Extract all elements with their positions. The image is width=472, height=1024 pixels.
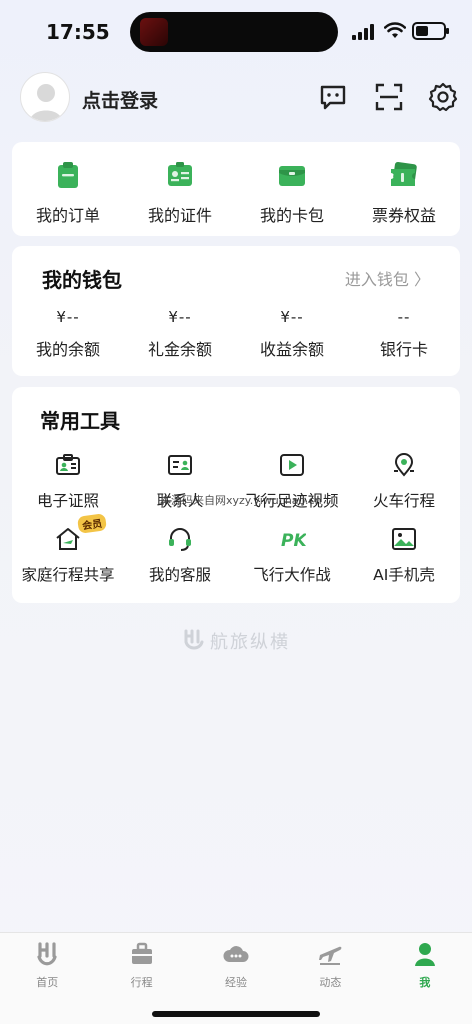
tab-trips[interactable]: 行程 (94, 941, 188, 989)
quick-item-certificates[interactable]: 我的证件 (124, 142, 236, 236)
tool-label: 电子证照 (36, 492, 99, 510)
signal-icon (352, 24, 374, 40)
wallet-value: ¥-- (56, 308, 80, 326)
wallet-label: 收益余额 (259, 340, 324, 359)
tab-label: 经验 (225, 976, 248, 989)
wallet-item-balance[interactable]: ¥-- 我的余额 (12, 308, 124, 360)
wallet-label: 礼金余额 (147, 340, 212, 359)
vip-badge: 会员 (76, 513, 108, 534)
quick-item-label: 我的卡包 (259, 206, 324, 225)
tab-label: 行程 (130, 976, 153, 989)
tool-label: 飞行大作战 (253, 566, 331, 584)
plane-icon (319, 946, 342, 965)
wallet-value: ¥-- (168, 308, 192, 326)
contact-card-icon (168, 455, 192, 475)
tab-experience[interactable]: 经验 (189, 941, 283, 989)
message-icon[interactable] (318, 82, 348, 112)
home-plane-icon (56, 528, 80, 550)
video-play-icon (280, 454, 304, 476)
tool-customer-service[interactable]: 我的客服 (124, 525, 236, 585)
tool-family-share[interactable]: 会员 家庭行程共享 (12, 513, 124, 585)
wallet-card: 我的钱包 进入钱包 〉 ¥-- 我的余额 ¥-- 礼金余额 ¥-- 收益余额 -… (12, 246, 460, 376)
brand-logo-icon (184, 629, 204, 650)
headset-icon (169, 528, 191, 551)
enter-wallet-link[interactable]: 进入钱包 〉 (345, 266, 430, 290)
tab-me[interactable]: 我 (378, 941, 472, 989)
quick-item-label: 票券权益 (371, 206, 436, 225)
dynamic-island (130, 12, 338, 52)
wallet-label: 我的余额 (35, 340, 100, 359)
home-logo-icon (37, 942, 57, 966)
status-time: 17:55 (46, 20, 110, 44)
tab-home[interactable]: 首页 (0, 941, 94, 989)
pk-icon: PK (281, 531, 308, 551)
wallet-label: 银行卡 (379, 340, 428, 359)
tool-e-certificate[interactable]: 电子证照 (12, 451, 124, 511)
home-indicator[interactable] (152, 1011, 320, 1017)
wifi-icon (384, 22, 406, 38)
tool-label: 我的客服 (148, 566, 211, 584)
avatar[interactable] (20, 72, 70, 122)
now-playing-thumbnail (140, 18, 168, 46)
bottom-tab-bar: 首页 行程 经验 动态 我 (0, 932, 472, 1024)
tool-flight-battle[interactable]: PK 飞行大作战 (236, 525, 348, 585)
settings-gear-icon[interactable] (428, 82, 458, 112)
default-avatar-icon (30, 84, 62, 121)
cloud-chat-icon (223, 946, 249, 962)
id-card-icon (168, 162, 192, 186)
tab-label: 首页 (36, 976, 59, 989)
card-wallet-icon (279, 166, 305, 186)
profile-header: 点击登录 (20, 72, 458, 128)
tool-label: AI手机壳 (373, 566, 435, 584)
status-bar: 17:55 (0, 0, 472, 64)
wallet-item-earnings[interactable]: ¥-- 收益余额 (236, 308, 348, 360)
wallet-balances: ¥-- 我的余额 ¥-- 礼金余额 ¥-- 收益余额 -- 银行卡 (12, 308, 460, 360)
tab-updates[interactable]: 动态 (283, 941, 377, 989)
tool-train-trips[interactable]: 火车行程 (348, 451, 460, 511)
login-prompt[interactable]: 点击登录 (82, 86, 158, 113)
quick-actions-card: 我的订单 我的证件 我的卡包 票券权益 (12, 142, 460, 236)
quick-item-card-wallet[interactable]: 我的卡包 (236, 142, 348, 236)
quick-item-orders[interactable]: 我的订单 (12, 142, 124, 236)
wallet-item-gift[interactable]: ¥-- 礼金余额 (124, 308, 236, 360)
tool-label: 火车行程 (372, 492, 435, 510)
wallet-value: -- (397, 308, 411, 326)
watermark-overlay: 本源码来自网xyzy.yiwuchao.cn (160, 494, 322, 507)
id-badge-icon (56, 454, 80, 475)
wallet-item-bank-card[interactable]: -- 银行卡 (348, 308, 460, 360)
ticket-icon (391, 161, 417, 186)
person-icon (414, 943, 435, 966)
map-pin-icon (394, 453, 414, 477)
tool-label: 家庭行程共享 (21, 566, 115, 584)
tool-ai-phone-case[interactable]: AI手机壳 (348, 525, 460, 585)
wallet-title: 我的钱包 (42, 268, 122, 292)
battery-icon (412, 22, 449, 40)
clipboard-icon (58, 162, 78, 188)
quick-item-label: 我的证件 (147, 206, 212, 225)
wallet-value: ¥-- (280, 308, 304, 326)
tab-label: 我 (419, 976, 431, 989)
brand-name: 航旅纵横 (210, 632, 290, 653)
brand-footer: 航旅纵横 (182, 626, 292, 654)
image-icon (392, 528, 416, 550)
svg-text:PK: PK (281, 531, 306, 551)
quick-item-coupons[interactable]: 票券权益 (348, 142, 460, 236)
briefcase-icon (131, 942, 152, 964)
quick-item-label: 我的订单 (35, 206, 100, 225)
scan-icon[interactable] (374, 82, 404, 112)
tools-grid: 电子证照 联系人 飞行足迹视频 火车行程 会员 家庭行程共享 我的客服 PK 飞… (12, 451, 460, 585)
tab-label: 动态 (319, 976, 342, 989)
tools-title: 常用工具 (40, 409, 120, 433)
